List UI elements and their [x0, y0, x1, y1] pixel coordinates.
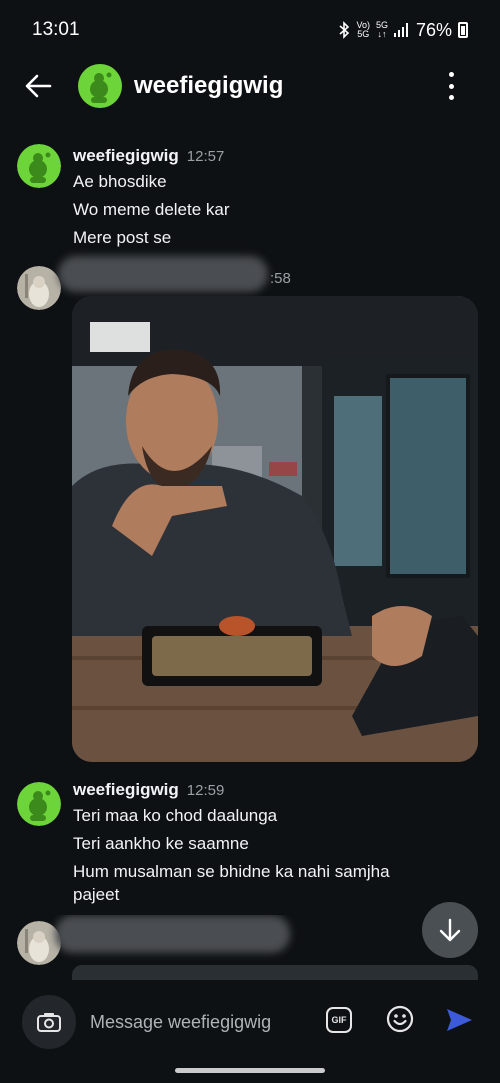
sender-row: weefiegigwig 12:57: [73, 146, 224, 166]
sender-name[interactable]: weefiegigwig: [73, 146, 179, 166]
sender-row: weefiegigwig 12:59: [73, 780, 224, 800]
status-time: 13:01: [32, 19, 80, 40]
back-arrow-icon[interactable]: [22, 70, 54, 102]
message-text: Mere post se: [73, 228, 172, 247]
shared-image[interactable]: [72, 296, 478, 762]
gif-button[interactable]: GIF: [326, 1007, 352, 1033]
home-indicator[interactable]: [175, 1068, 325, 1073]
battery-percent: 76%: [415, 19, 452, 40]
message-group: weefiegigwig 12:57 Ae bhosdike Wo meme d…: [0, 140, 500, 255]
bluetooth-icon: [339, 21, 350, 39]
message-text: Ae bhosdike: [73, 172, 167, 191]
scroll-to-bottom-button[interactable]: [422, 902, 478, 958]
message-composer: GIF: [0, 985, 500, 1055]
sender-avatar[interactable]: [17, 266, 61, 310]
message-text: pajeet: [73, 885, 120, 904]
signal-icon: [393, 23, 408, 37]
message-input[interactable]: [90, 1007, 310, 1037]
photo-content: [72, 296, 478, 762]
redacted-sender: [55, 915, 290, 953]
chat-avatar[interactable]: [78, 64, 122, 108]
image-preview-edge: [72, 965, 478, 980]
volte-indicator: Vo) 5G: [356, 20, 370, 39]
message-time: 12:57: [186, 148, 225, 165]
status-bar: 13:01 Vo) 5G 5G ↓↑ 76%: [0, 0, 500, 60]
sender-avatar[interactable]: [17, 921, 61, 965]
chat-header: weefiegigwig: [0, 60, 500, 112]
message-text: Teri maa ko chod daalunga: [73, 806, 278, 825]
message-text: Wo meme delete kar: [73, 200, 230, 219]
status-icons: Vo) 5G 5G ↓↑ 76%: [338, 20, 468, 41]
data-indicator: 5G ↓↑: [375, 20, 388, 39]
message-text: Teri aankho ke saamne: [73, 834, 249, 853]
sender-avatar[interactable]: [17, 144, 61, 188]
more-options-icon[interactable]: [446, 72, 456, 100]
emoji-icon[interactable]: [386, 1005, 414, 1033]
sender-name[interactable]: weefiegigwig: [73, 780, 179, 800]
camera-icon: [37, 1013, 61, 1032]
message-text: Hum musalman se bhidne ka nahi samjha: [73, 862, 390, 881]
battery-icon: [458, 22, 468, 38]
chat-title[interactable]: weefiegigwig: [134, 72, 283, 100]
message-group: weefiegigwig 12:59 Teri maa ko chod daal…: [0, 778, 500, 908]
message-time: 12:59: [186, 782, 225, 799]
redacted-sender: [58, 256, 268, 292]
send-icon[interactable]: [444, 1005, 474, 1035]
camera-button[interactable]: [22, 995, 76, 1049]
sender-avatar[interactable]: [17, 782, 61, 826]
arrow-down-icon: [439, 918, 461, 942]
message-time: :58: [270, 270, 291, 287]
